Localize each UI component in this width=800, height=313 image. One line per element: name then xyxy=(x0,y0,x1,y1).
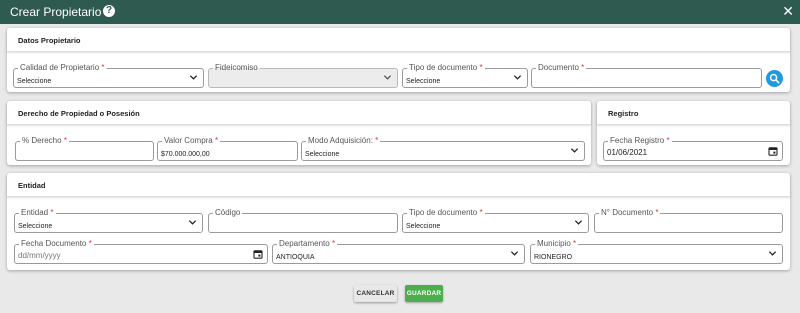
panel-title: Entidad xyxy=(18,181,46,190)
field-value: ANTIOQUIA xyxy=(276,254,315,261)
cancel-button[interactable]: CANCELAR xyxy=(354,285,397,302)
codigo-input[interactable]: Código xyxy=(208,208,398,233)
field-label: Tipo de documento xyxy=(409,63,478,72)
panel-header: Datos Propietario xyxy=(7,28,790,52)
chevron-down-icon xyxy=(513,75,522,80)
tipo-documento-select[interactable]: Tipo de documento * Seleccione xyxy=(402,63,528,88)
field-label: N° Documento xyxy=(601,208,654,217)
chevron-down-icon xyxy=(570,148,579,153)
fecha-registro-input[interactable]: Fecha Registro * 01/06/2021 xyxy=(603,136,783,161)
question-circle-icon[interactable]: ? xyxy=(103,5,115,17)
panel-title: Datos Propietario xyxy=(18,36,81,45)
field-label: Modo Adquisición: xyxy=(308,136,373,145)
panel-header: Entidad xyxy=(7,173,790,197)
field-value: Seleccione xyxy=(18,223,53,230)
field-label: Tipo de documento xyxy=(409,208,478,217)
field-label: Municipio xyxy=(537,239,571,248)
field-value: Seleccione xyxy=(17,78,52,85)
panel-header: Derecho de Propiedad o Posesión xyxy=(7,101,591,125)
field-label: Valor Compra xyxy=(164,136,213,145)
chevron-down-icon xyxy=(188,220,197,225)
calendar-icon[interactable] xyxy=(253,249,263,259)
panel-title: Derecho de Propiedad o Posesión xyxy=(18,109,140,118)
field-label: Fecha Registro xyxy=(610,136,665,145)
field-value: Seleccione xyxy=(406,223,441,230)
search-icon xyxy=(769,73,780,84)
field-label: Departamento xyxy=(279,239,330,248)
chevron-down-icon xyxy=(768,251,777,256)
valor-compra-input[interactable]: Valor Compra * $70.000.000,00 xyxy=(157,136,298,161)
documento-input[interactable]: Documento * xyxy=(531,63,762,88)
fecha-documento-input[interactable]: Fecha Documento * dd/mm/yyyy xyxy=(14,239,268,264)
chevron-down-icon xyxy=(189,75,198,80)
field-label: Fideicomiso xyxy=(213,63,260,73)
field-value: RIONEGRO xyxy=(534,254,573,261)
modo-adquisicion-select[interactable]: Modo Adquisición: * Seleccione xyxy=(301,136,585,161)
field-value: Seleccione xyxy=(305,151,340,158)
field-placeholder: dd/mm/yyyy xyxy=(18,251,61,260)
calendar-icon[interactable] xyxy=(768,146,778,156)
fideicomiso-select[interactable]: Fideicomiso xyxy=(208,63,398,88)
field-label: Documento xyxy=(538,63,579,72)
calidad-propietario-select[interactable]: Calidad de Propietario * Seleccione xyxy=(13,63,204,88)
numero-documento-input[interactable]: N° Documento * xyxy=(594,208,783,233)
chevron-down-icon xyxy=(574,220,583,225)
close-icon[interactable]: ✕ xyxy=(782,3,794,19)
chevron-down-icon xyxy=(510,251,519,256)
field-value: Seleccione xyxy=(406,78,441,85)
save-button[interactable]: GUARDAR xyxy=(405,285,443,302)
panel-title: Registro xyxy=(608,109,639,118)
field-label: Código xyxy=(213,208,243,218)
dialog-titlebar: Crear Propietario ? ✕ xyxy=(0,0,800,24)
dialog-title: Crear Propietario xyxy=(10,5,102,19)
field-label: Fecha Documento xyxy=(21,239,87,248)
municipio-select[interactable]: Municipio * RIONEGRO xyxy=(530,239,783,264)
field-label: % Derecho xyxy=(22,136,62,145)
entidad-tipo-documento-select[interactable]: Tipo de documento * Seleccione xyxy=(402,208,589,233)
panel-header: Registro xyxy=(597,101,790,125)
field-label: Calidad de Propietario xyxy=(20,63,100,72)
search-button[interactable] xyxy=(766,70,783,87)
field-label: Entidad xyxy=(21,208,49,217)
entidad-select[interactable]: Entidad * Seleccione xyxy=(14,208,203,233)
porcentaje-derecho-input[interactable]: % Derecho * xyxy=(15,136,154,161)
field-value: 01/06/2021 xyxy=(607,148,648,157)
departamento-select[interactable]: Departamento * ANTIOQUIA xyxy=(272,239,525,264)
field-value: $70.000.000,00 xyxy=(161,151,210,158)
chevron-down-icon xyxy=(383,75,392,80)
